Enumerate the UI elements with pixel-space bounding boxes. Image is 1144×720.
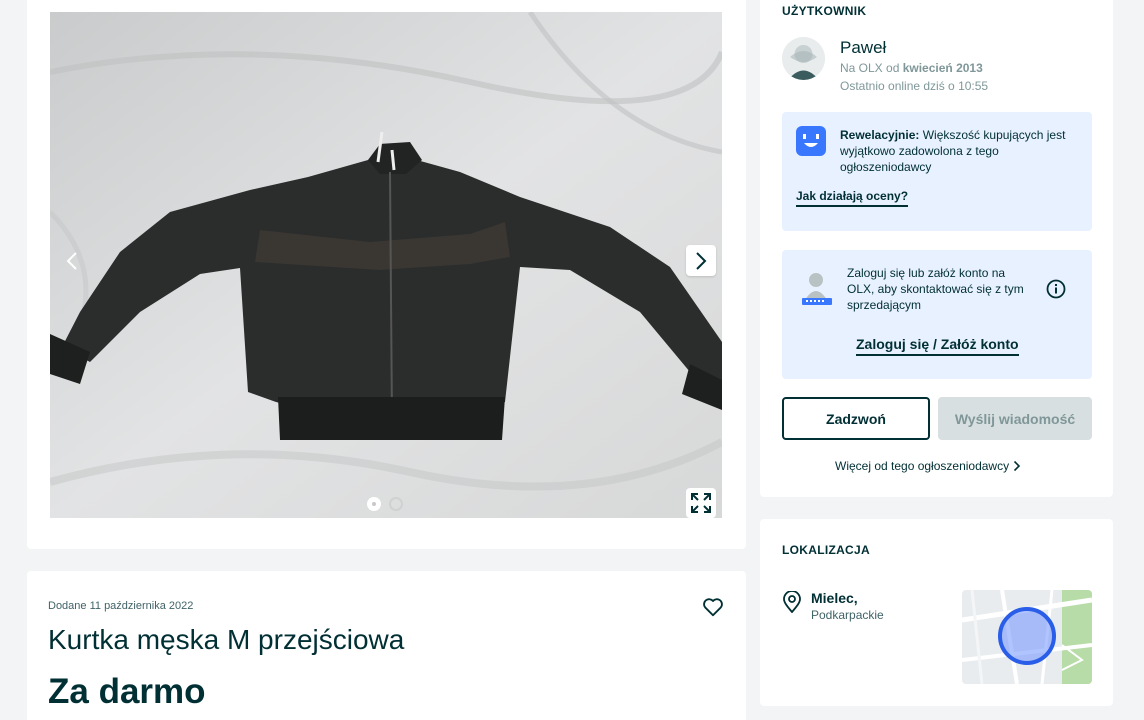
- info-icon[interactable]: [1046, 279, 1066, 299]
- fullscreen-button[interactable]: [686, 488, 716, 518]
- location-section-heading: LOKALIZACJA: [782, 543, 870, 557]
- last-online: Ostatnio online dziś o 10:55: [840, 79, 989, 93]
- heart-icon: [703, 598, 723, 617]
- login-prompt-box: Zaloguj się lub załóż konto na OLX, aby …: [782, 250, 1092, 379]
- rating-box: Rewelacyjnie: Większość kupujących jest …: [782, 112, 1092, 231]
- more-from-seller-link[interactable]: Więcej od tego ogłoszeniodawcy: [835, 459, 1021, 473]
- call-button[interactable]: Zadzwoń: [782, 397, 930, 440]
- user-name[interactable]: Paweł: [840, 38, 886, 58]
- next-photo-button[interactable]: [686, 245, 716, 276]
- listing-price: Za darmo: [48, 672, 206, 711]
- previous-photo-button[interactable]: [60, 247, 84, 275]
- member-since-prefix: Na OLX od: [840, 61, 900, 75]
- photo-pagination: [367, 497, 403, 511]
- how-ratings-work-link[interactable]: Jak działają oceny?: [796, 189, 909, 207]
- favorite-button[interactable]: [702, 596, 724, 618]
- avatar-icon: [782, 37, 825, 80]
- avatar: [782, 37, 825, 80]
- photo-dot-2[interactable]: [389, 497, 403, 511]
- send-message-button[interactable]: Wyślij wiadomość: [938, 397, 1092, 440]
- listing-title: Kurtka męska M przejściowa: [48, 624, 405, 655]
- photo-dot-1[interactable]: [367, 497, 381, 511]
- user-card: UŻYTKOWNIK Paweł Na OLX od kwiecień 2013…: [760, 0, 1113, 497]
- more-from-seller-label: Więcej od tego ogłoszeniodawcy: [835, 459, 1010, 473]
- login-register-link[interactable]: Zaloguj się / Załóż konto: [856, 336, 1019, 356]
- listing-photo[interactable]: [50, 12, 722, 518]
- location-city: Mielec,: [811, 590, 858, 606]
- rating-text: Rewelacyjnie: Większość kupujących jest …: [840, 127, 1080, 175]
- location-pin-icon: [782, 590, 802, 614]
- chevron-right-icon: [1014, 460, 1021, 472]
- smile-icon: [796, 126, 826, 156]
- rating-label: Rewelacyjnie:: [840, 128, 920, 142]
- chevron-left-icon: [66, 252, 77, 270]
- listing-details-card: Dodane 11 października 2022 Kurtka męska…: [27, 571, 746, 720]
- person-laptop-icon: [799, 270, 835, 310]
- member-since: Na OLX od kwiecień 2013: [840, 61, 983, 75]
- location-region: Podkarpackie: [811, 608, 884, 622]
- added-date: Dodane 11 października 2022: [48, 600, 194, 612]
- user-section-heading: UŻYTKOWNIK: [782, 4, 867, 18]
- chevron-right-icon: [696, 251, 707, 270]
- location-card: LOKALIZACJA Mielec, Podkarpackie: [760, 519, 1113, 706]
- login-prompt-text: Zaloguj się lub załóż konto na OLX, aby …: [847, 266, 1024, 312]
- location-map[interactable]: [962, 590, 1092, 684]
- expand-icon: [691, 493, 711, 513]
- member-since-value: kwiecień 2013: [902, 61, 983, 75]
